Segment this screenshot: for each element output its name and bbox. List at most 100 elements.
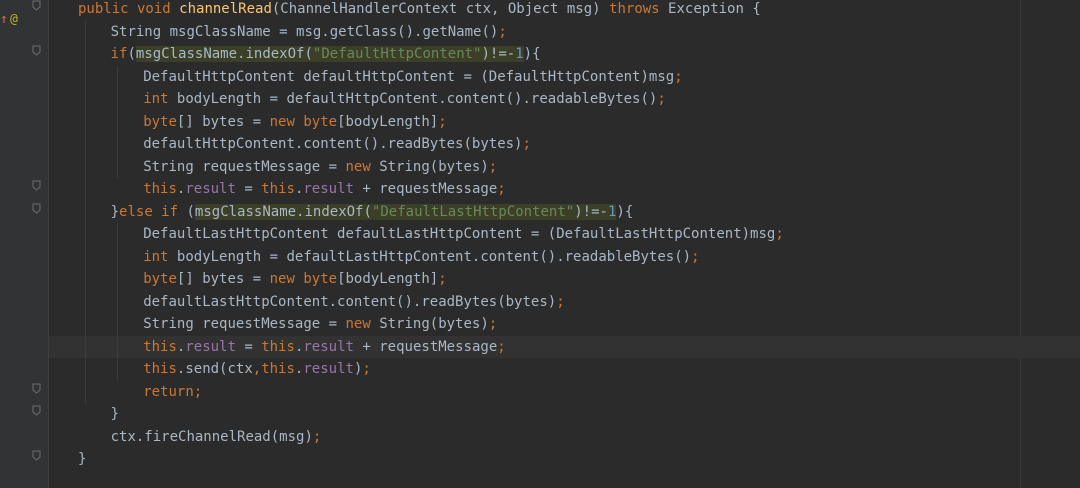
code-token: ( [186,203,195,220]
code-line[interactable]: this.send(ctx,this.result); [49,358,1080,381]
code-line[interactable]: String msgClassName = msg.getClass().get… [49,21,1080,44]
fold-marker-icon[interactable] [30,201,42,224]
code-token: ) [523,46,533,62]
code-text: this.result = this.result + requestMessa… [143,336,506,359]
code-token: } [110,203,120,220]
indent-guide [117,223,119,381]
code-token: new byte [269,271,338,287]
annotation-icon: @ [10,12,18,27]
code-text: defaultLastHttpContent.content().readByt… [143,291,564,314]
code-token: int [143,91,177,107]
code-token: (ChannelHandlerContext ctx, Object msg) [271,1,610,17]
code-line[interactable]: defaultHttpContent.content().readBytes(b… [49,133,1080,156]
code-text: String requestMessage = new String(bytes… [143,313,497,336]
code-token: else if [119,203,187,220]
code-line[interactable]: int bodyLength = defaultHttpContent.cont… [49,88,1080,111]
code-token: ( [127,46,136,62]
code-token: ; [674,68,683,85]
code-text: } [78,448,86,471]
code-line[interactable]: } [49,403,1080,426]
code-text: public void channelRead(ChannelHandlerCo… [78,0,761,21]
code-text: DefaultLastHttpContent defaultLastHttpCo… [143,223,784,246]
code-text: }else if (msgClassName.indexOf("DefaultL… [110,201,633,224]
code-token: )!=- [481,46,516,62]
code-text: ctx.fireChannelRead(msg); [111,426,322,449]
fold-marker-icon[interactable] [30,0,42,21]
code-line[interactable]: public void channelRead(ChannelHandlerCo… [49,0,1080,21]
overrides-method-icon[interactable]: ↑ [0,9,8,32]
code-token: defaultLastHttpContent.content().readByt… [143,293,557,310]
code-text: String requestMessage = new String(bytes… [143,156,497,179]
code-token: msgClassName.indexOf( [194,203,372,220]
code-token: = [244,181,262,197]
code-token: msgClassName.indexOf( [135,46,313,62]
code-line[interactable]: this.result = this.result + requestMessa… [49,178,1080,201]
code-token: int [143,248,177,265]
code-line[interactable]: this.result = this.result + requestMessa… [49,335,1080,359]
code-line[interactable]: DefaultHttpContent defaultHttpContent = … [49,66,1080,89]
code-token: DefaultLastHttpContent defaultLastHttpCo… [143,226,776,242]
indent-guide [117,65,119,178]
code-line[interactable]: byte[] bytes = new byte[bodyLength]; [49,268,1080,291]
code-token: DefaultHttpContent defaultHttpContent = … [143,68,675,85]
fold-marker-icon[interactable] [30,178,42,201]
code-token: String requestMessage = [143,316,346,332]
code-area[interactable]: public void channelRead(ChannelHandlerCo… [49,0,1080,488]
code-token: , [252,361,262,377]
code-text: this.send(ctx,this.result); [143,358,371,381]
code-token: this [143,181,177,197]
fold-marker-icon[interactable] [30,403,42,426]
code-line[interactable]: String requestMessage = new String(bytes… [49,313,1080,336]
code-token: new byte [269,113,338,130]
code-token: channelRead [179,1,272,17]
code-editor[interactable]: ↑ @ public void channelRead(ChannelHandl… [0,0,1080,488]
code-text: DefaultHttpContent defaultHttpContent = … [143,66,682,89]
code-line[interactable]: defaultLastHttpContent.content().readByt… [49,291,1080,314]
code-token: [bodyLength] [337,271,439,287]
code-token: result [303,361,354,377]
code-token: String(bytes) [379,316,489,332]
code-text: this.result = this.result + requestMessa… [143,178,506,201]
code-token: ; [657,91,666,107]
code-token: ; [362,361,371,377]
code-token: .send(ctx [176,361,253,377]
code-token: this [143,338,177,355]
code-token: if [110,46,128,62]
code-token: this [261,338,295,355]
fold-marker-icon[interactable] [30,43,42,66]
code-text: int bodyLength = defaultLastHttpContent.… [143,246,699,269]
code-token: [] bytes = [176,113,270,130]
code-line[interactable]: byte[] bytes = new byte[bodyLength]; [49,111,1080,134]
code-token: ; [775,226,784,242]
code-token: ; [498,23,507,40]
code-token: 1 [515,46,524,62]
code-token: String(bytes) [379,158,489,175]
code-text: int bodyLength = defaultHttpContent.cont… [143,88,666,111]
fold-marker-icon[interactable] [30,381,42,404]
code-token: String msgClassName = msg.getClass().get… [110,23,499,40]
fold-marker-icon[interactable] [30,448,42,471]
code-line[interactable]: ctx.fireChannelRead(msg); [49,426,1080,449]
code-line[interactable]: }else if (msgClassName.indexOf("DefaultL… [49,201,1080,224]
code-token: result [185,338,245,355]
code-token: ; [691,248,700,265]
code-token: bodyLength = defaultLastHttpContent.cont… [176,248,692,265]
code-token: { [532,46,541,62]
code-token: this [143,361,177,377]
code-token: String requestMessage = [143,158,346,175]
code-line[interactable]: int bodyLength = defaultLastHttpContent.… [49,246,1080,269]
code-text: byte[] bytes = new byte[bodyLength]; [143,111,446,134]
code-token: ; [312,428,322,445]
code-line[interactable]: if(msgClassName.indexOf("DefaultHttpCont… [49,43,1080,66]
code-token: return; [143,383,203,400]
code-token: )!=- [574,203,608,220]
code-token: "DefaultLastHttpContent" [371,203,575,220]
code-token: byte [143,113,177,130]
code-text: if(msgClassName.indexOf("DefaultHttpCont… [111,43,541,66]
code-token: defaultHttpContent.content().readBytes(b… [143,136,523,152]
code-line[interactable]: DefaultLastHttpContent defaultLastHttpCo… [49,223,1080,246]
code-token: ctx.fireChannelRead(msg) [110,428,313,445]
code-line[interactable]: } [49,448,1080,471]
code-line[interactable]: String requestMessage = new String(bytes… [49,156,1080,179]
code-line[interactable]: return; [49,381,1080,404]
